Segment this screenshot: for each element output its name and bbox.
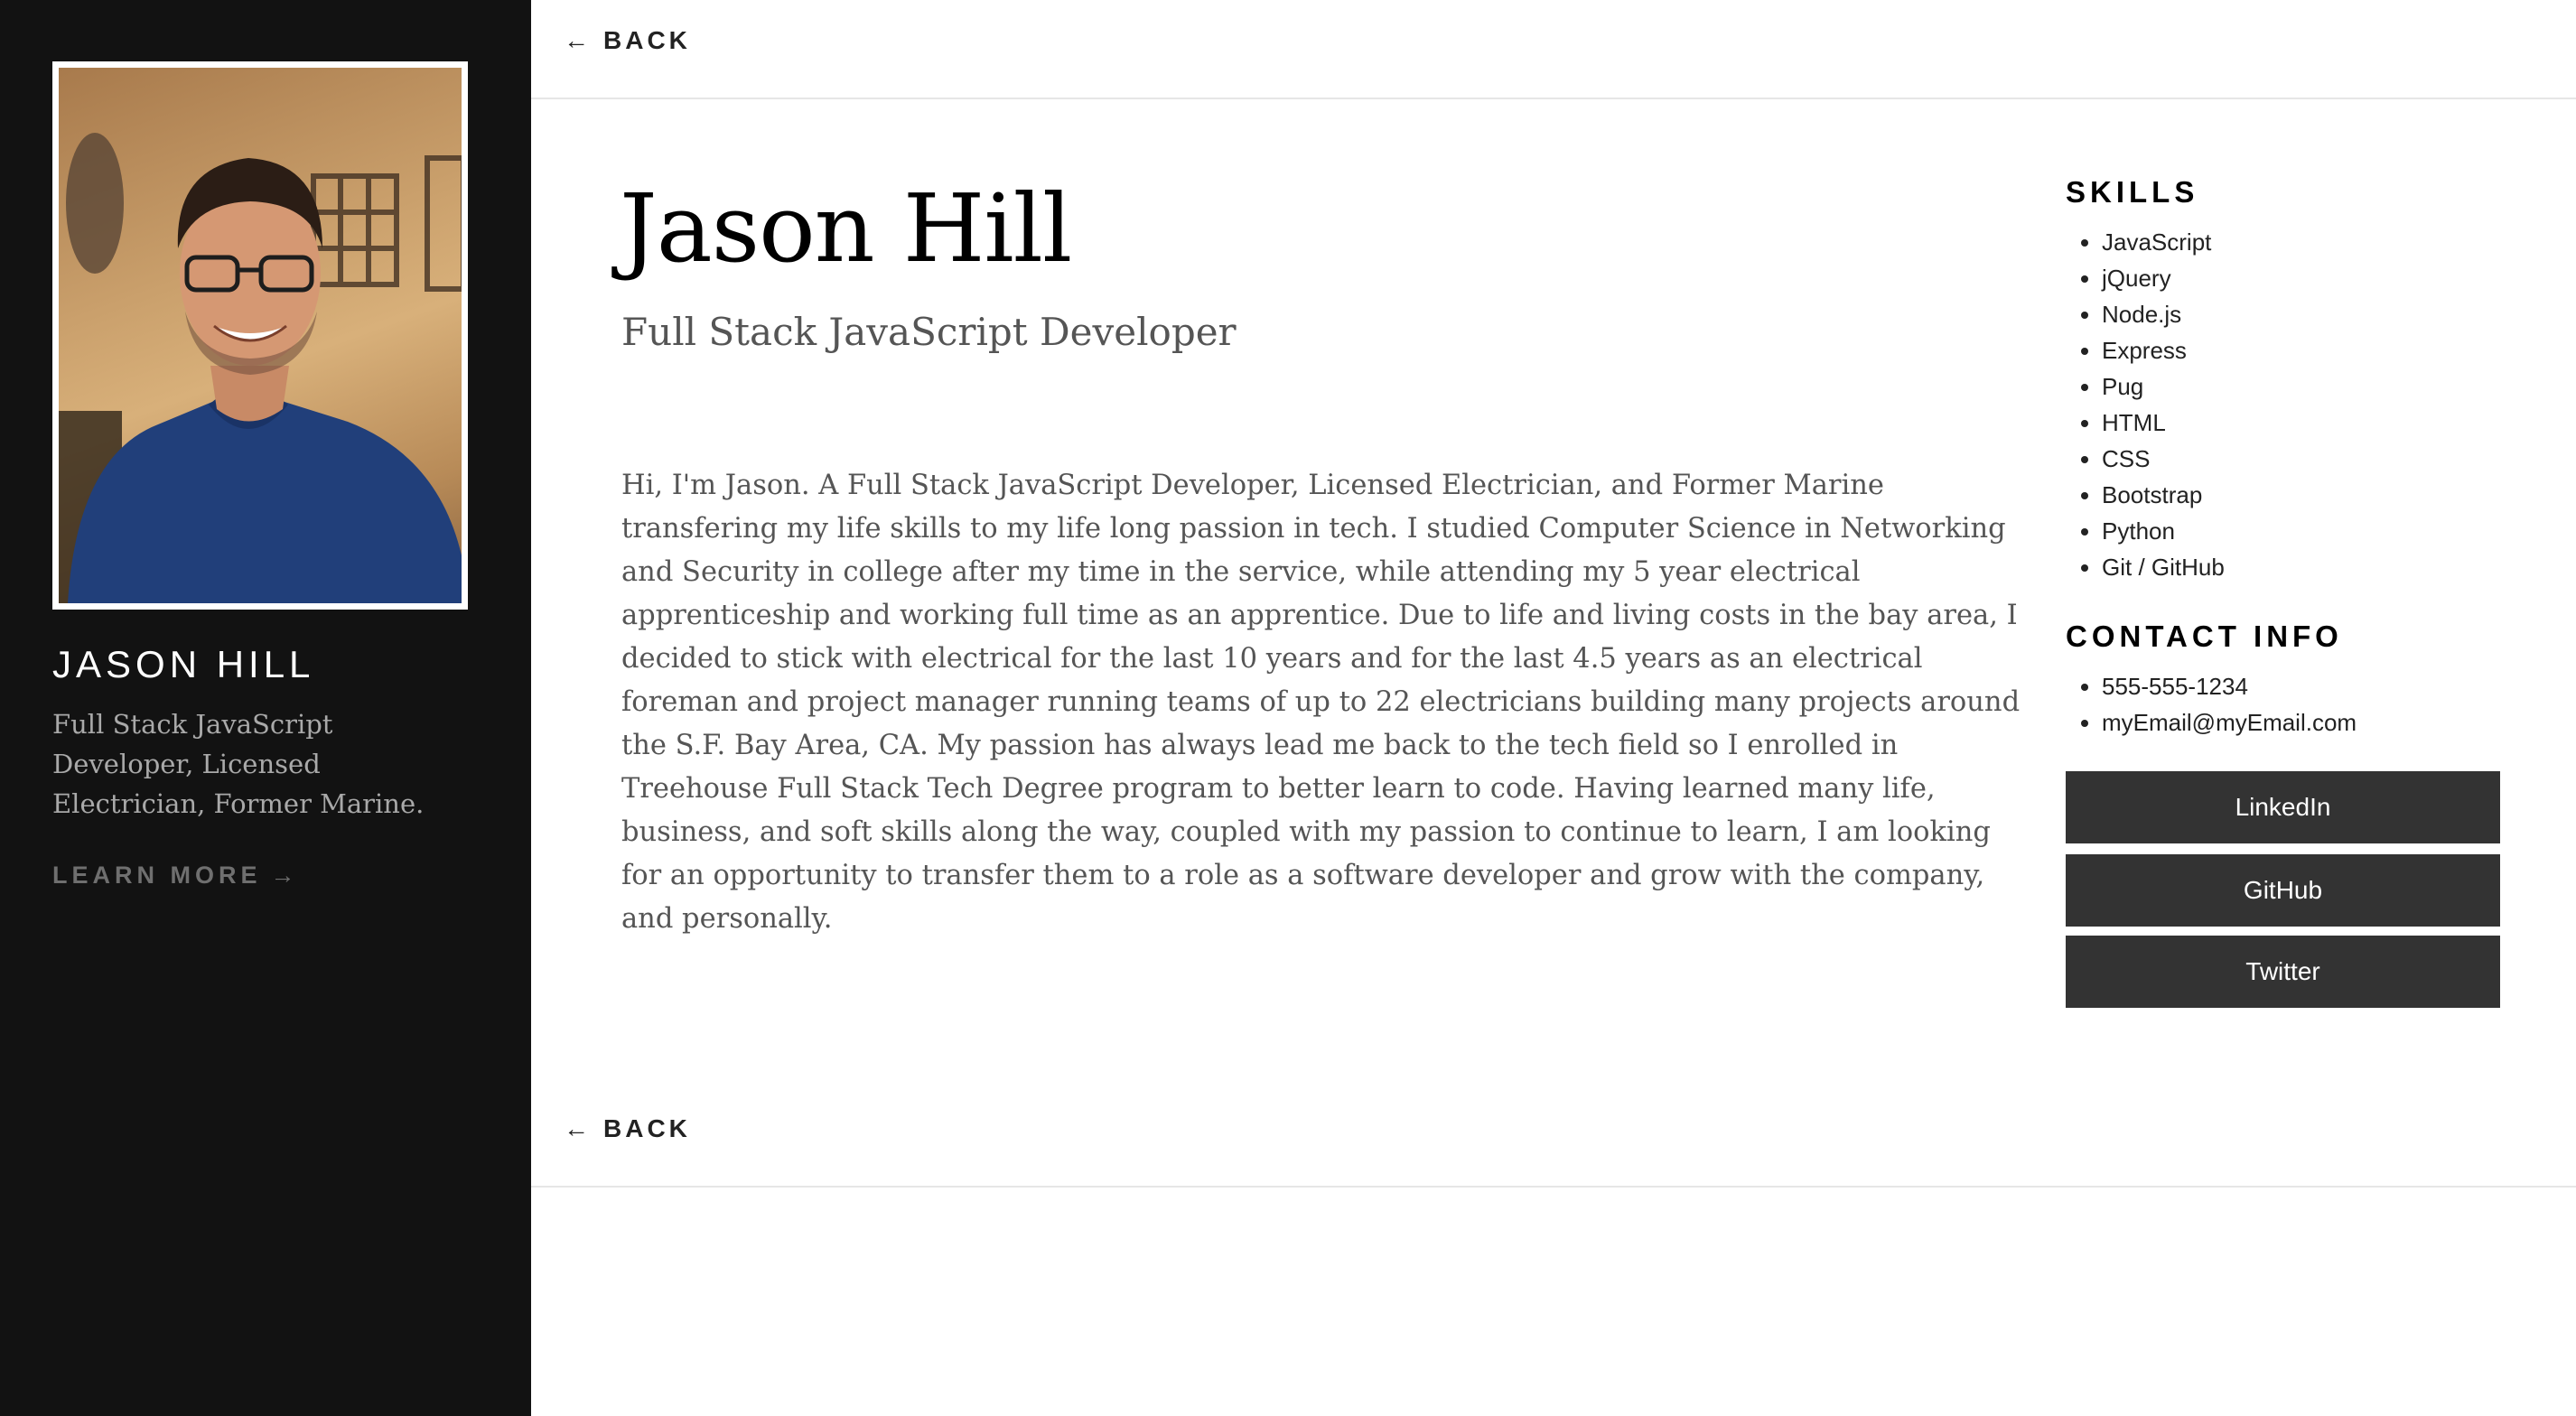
twitter-button[interactable]: Twitter — [2066, 936, 2500, 1008]
skill-item: Express — [2102, 332, 2225, 368]
skill-item: jQuery — [2102, 260, 2225, 296]
arrow-right-icon: → — [270, 862, 295, 889]
profile-photo-frame — [52, 61, 468, 610]
back-link-bottom[interactable]: ← BACK — [564, 1114, 691, 1143]
arrow-left-icon: ← — [564, 1114, 589, 1142]
github-button[interactable]: GitHub — [2066, 854, 2500, 927]
skill-item: Pug — [2102, 368, 2225, 405]
profile-photo — [59, 68, 462, 603]
skill-item: HTML — [2102, 405, 2225, 441]
skills-heading: SKILLS — [2066, 175, 2199, 209]
profile-photo-illustration — [59, 133, 462, 603]
sidebar-name: JASON HILL — [52, 643, 315, 685]
learn-more-label: LEARN MORE — [52, 862, 262, 889]
contact-list: 555-555-1234 myEmail@myEmail.com — [2066, 668, 2357, 741]
contact-heading: CONTACT INFO — [2066, 620, 2343, 653]
page-subtitle: Full Stack JavaScript Developer — [621, 310, 1237, 354]
divider-bottom — [531, 1186, 2576, 1188]
linkedin-button[interactable]: LinkedIn — [2066, 771, 2500, 843]
back-label: BACK — [603, 1114, 691, 1142]
bio-paragraph: Hi, I'm Jason. A Full Stack JavaScript D… — [621, 470, 2021, 935]
learn-more-link[interactable]: LEARN MORE → — [52, 862, 295, 890]
arrow-left-icon: ← — [564, 26, 589, 54]
skill-item: Bootstrap — [2102, 477, 2225, 513]
skill-item: Git / GitHub — [2102, 549, 2225, 585]
skill-item: JavaScript — [2102, 224, 2225, 260]
skills-list: JavaScript jQuery Node.js Express Pug HT… — [2066, 224, 2225, 585]
back-link-top[interactable]: ← BACK — [564, 26, 691, 55]
contact-phone: 555-555-1234 — [2102, 668, 2357, 704]
back-label: BACK — [603, 26, 691, 54]
sidebar-description: Full Stack JavaScript Developer, License… — [52, 709, 425, 819]
skill-item: CSS — [2102, 441, 2225, 477]
skill-item: Node.js — [2102, 296, 2225, 332]
page-title: Jason Hill — [620, 173, 1072, 284]
skill-item: Python — [2102, 513, 2225, 549]
divider-top — [531, 98, 2576, 99]
contact-email: myEmail@myEmail.com — [2102, 704, 2357, 741]
sidebar: JASON HILL Full Stack JavaScript Develop… — [0, 0, 531, 1416]
